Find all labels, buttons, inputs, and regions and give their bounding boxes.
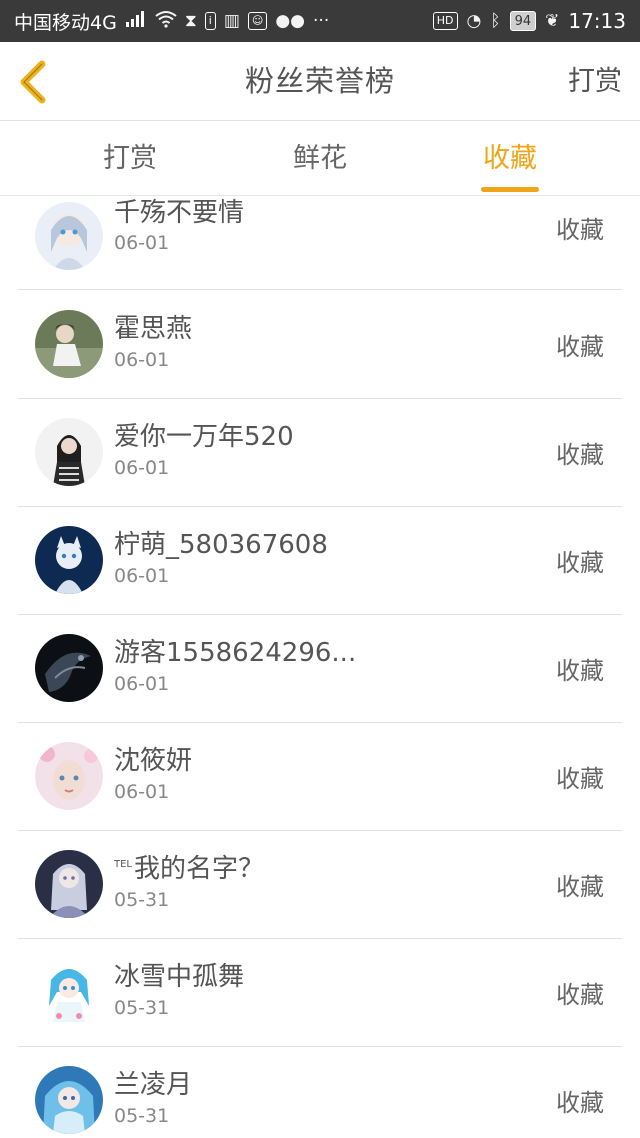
list-item[interactable]: TEL我的名字？ 05-31 收藏 bbox=[18, 831, 622, 939]
wechat-icon: ●● bbox=[275, 11, 306, 31]
avatar bbox=[35, 202, 103, 270]
action-label: 收藏 bbox=[556, 1089, 604, 1117]
user-name: 柠萌_580367608 bbox=[114, 530, 328, 560]
page-title: 粉丝荣誉榜 bbox=[244, 64, 395, 98]
wifi-icon bbox=[155, 10, 177, 33]
user-name: TEL我的名字？ bbox=[114, 848, 264, 885]
status-bar: 中国移动4G ⧗ i ▥ ☺ ●● ··· HD ◔ ᛒ 94 ❦ 17:13 bbox=[0, 0, 640, 42]
date-label: 05-31 bbox=[114, 889, 170, 911]
action-label: 收藏 bbox=[556, 981, 604, 1009]
user-name-text: 我的名字？ bbox=[134, 854, 265, 884]
date-label: 06-01 bbox=[114, 457, 170, 479]
clock: 17:13 bbox=[568, 9, 626, 33]
user-name: 沈筱妍 bbox=[114, 746, 193, 776]
more-dots-icon: ··· bbox=[313, 11, 330, 31]
list-item[interactable]: 千殇不要情 06-01 收藏 bbox=[18, 182, 622, 290]
list-item[interactable]: 兰凌月 05-31 收藏 bbox=[18, 1047, 622, 1138]
reader-app-icon: ▥ bbox=[223, 11, 240, 31]
action-label: 收藏 bbox=[556, 873, 604, 901]
date-label: 06-01 bbox=[114, 232, 170, 254]
list-item[interactable]: 游客1558624296... 06-01 收藏 bbox=[18, 615, 622, 723]
user-name: 游客1558624296... bbox=[114, 638, 357, 668]
avatar bbox=[35, 526, 103, 594]
avatar bbox=[35, 850, 103, 918]
tel-prefix: TEL bbox=[114, 859, 132, 871]
user-name: 千殇不要情 bbox=[114, 198, 245, 228]
action-label: 收藏 bbox=[556, 441, 604, 469]
action-label: 收藏 bbox=[556, 657, 604, 685]
date-label: 06-01 bbox=[114, 565, 170, 587]
hourglass-icon: ⧗ bbox=[184, 11, 197, 31]
avatar bbox=[35, 742, 103, 810]
action-label: 收藏 bbox=[556, 216, 604, 244]
user-name: 兰凌月 bbox=[114, 1070, 193, 1100]
signal-icon bbox=[125, 10, 147, 33]
carrier-label: 中国移动4G bbox=[14, 11, 117, 34]
action-label: 收藏 bbox=[556, 765, 604, 793]
avatar bbox=[35, 958, 103, 1026]
hd-icon: HD bbox=[432, 12, 458, 30]
chat-app-icon: ☺ bbox=[247, 12, 268, 30]
user-name: 爱你一万年520 bbox=[114, 422, 294, 452]
leaf-icon: ❦ bbox=[545, 11, 560, 31]
avatar bbox=[35, 418, 103, 486]
battery-icon: 94 bbox=[509, 11, 537, 31]
date-label: 05-31 bbox=[114, 1105, 170, 1127]
list-item[interactable]: 爱你一万年520 06-01 收藏 bbox=[18, 399, 622, 507]
list-item[interactable]: 冰雪中孤舞 05-31 收藏 bbox=[18, 939, 622, 1047]
date-label: 05-31 bbox=[114, 997, 170, 1019]
data-saver-icon: ◔ bbox=[466, 11, 482, 31]
bluetooth-icon: ᛒ bbox=[490, 11, 501, 31]
avatar bbox=[35, 1066, 103, 1134]
action-label: 收藏 bbox=[556, 549, 604, 577]
battery-level: 94 bbox=[514, 13, 532, 29]
date-label: 06-01 bbox=[114, 349, 170, 371]
title-bar: 粉丝荣誉榜 打赏 bbox=[0, 42, 640, 121]
reward-button[interactable]: 打赏 bbox=[568, 42, 622, 121]
list-item[interactable]: 霍思燕 06-01 收藏 bbox=[18, 291, 622, 399]
user-name: 冰雪中孤舞 bbox=[114, 962, 245, 992]
info-app-icon: i bbox=[204, 12, 216, 30]
date-label: 06-01 bbox=[114, 673, 170, 695]
tab-favorites-label: 收藏 bbox=[483, 143, 537, 174]
avatar bbox=[35, 310, 103, 378]
user-name: 霍思燕 bbox=[114, 314, 193, 344]
date-label: 06-01 bbox=[114, 781, 170, 803]
list-item[interactable]: 柠萌_580367608 06-01 收藏 bbox=[18, 507, 622, 615]
avatar bbox=[35, 634, 103, 702]
action-label: 收藏 bbox=[556, 333, 604, 361]
list-item[interactable]: 沈筱妍 06-01 收藏 bbox=[18, 723, 622, 831]
